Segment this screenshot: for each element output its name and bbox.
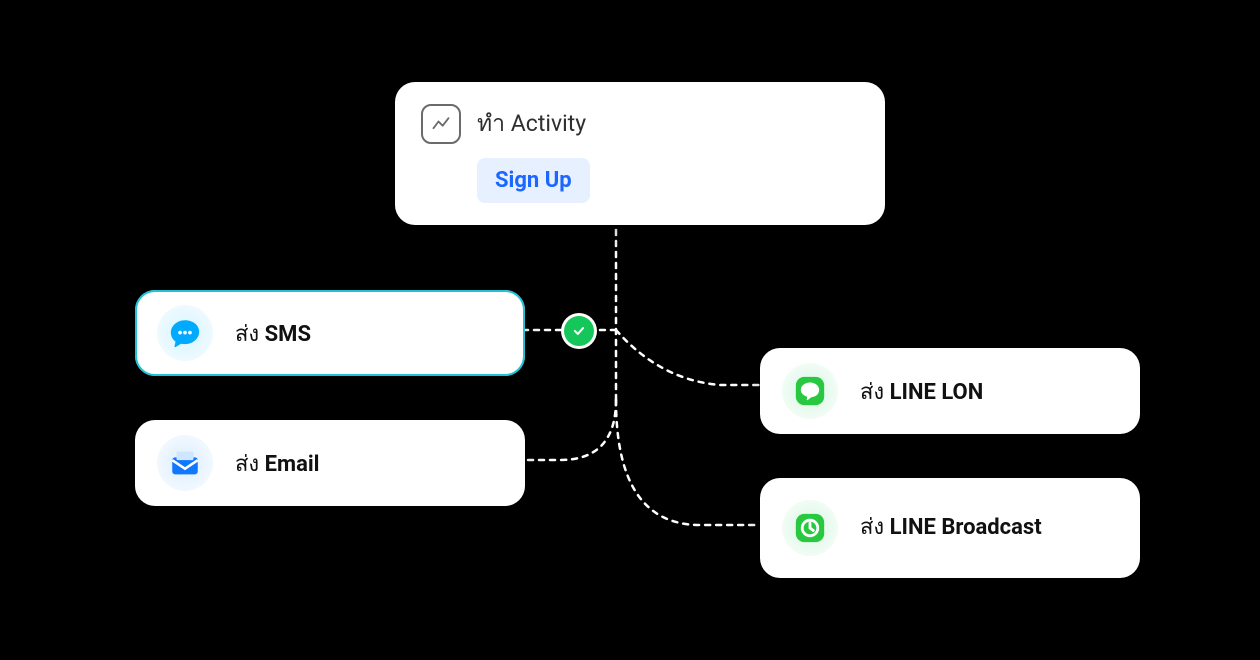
channel-label: ส่ง SMS <box>235 316 311 351</box>
channel-node-email[interactable]: ส่ง Email <box>135 420 525 506</box>
activity-badge-signup[interactable]: Sign Up <box>477 158 590 203</box>
channel-label: ส่ง LINE LON <box>860 374 983 409</box>
noun-text: SMS <box>265 322 311 347</box>
activity-title: ทำ Activity <box>477 106 586 142</box>
verb-text: ส่ง <box>860 380 884 405</box>
activity-header: ทำ Activity <box>421 104 586 144</box>
email-icon <box>157 435 213 491</box>
verb-text: ส่ง <box>235 452 259 477</box>
noun-text: LINE Broadcast <box>890 515 1042 540</box>
channel-node-line-broadcast[interactable]: ส่ง LINE Broadcast <box>760 478 1140 578</box>
noun-text: Email <box>265 452 320 477</box>
verb-text: ส่ง <box>860 515 884 540</box>
noun-text: LINE LON <box>890 380 984 405</box>
activity-icon <box>421 104 461 144</box>
verb-text: ส่ง <box>235 322 259 347</box>
channel-node-sms[interactable]: ส่ง SMS <box>135 290 525 376</box>
line-broadcast-icon <box>782 500 838 556</box>
sms-icon <box>157 305 213 361</box>
line-icon <box>782 363 838 419</box>
check-icon <box>564 316 594 346</box>
channel-node-line-lon[interactable]: ส่ง LINE LON <box>760 348 1140 434</box>
diagram-stage: ทำ Activity Sign Up ส่ง SMS ส่ง Email ส <box>0 0 1260 660</box>
activity-node[interactable]: ทำ Activity Sign Up <box>395 82 885 225</box>
channel-label: ส่ง Email <box>235 446 320 481</box>
channel-label: ส่ง LINE Broadcast <box>860 514 1042 542</box>
